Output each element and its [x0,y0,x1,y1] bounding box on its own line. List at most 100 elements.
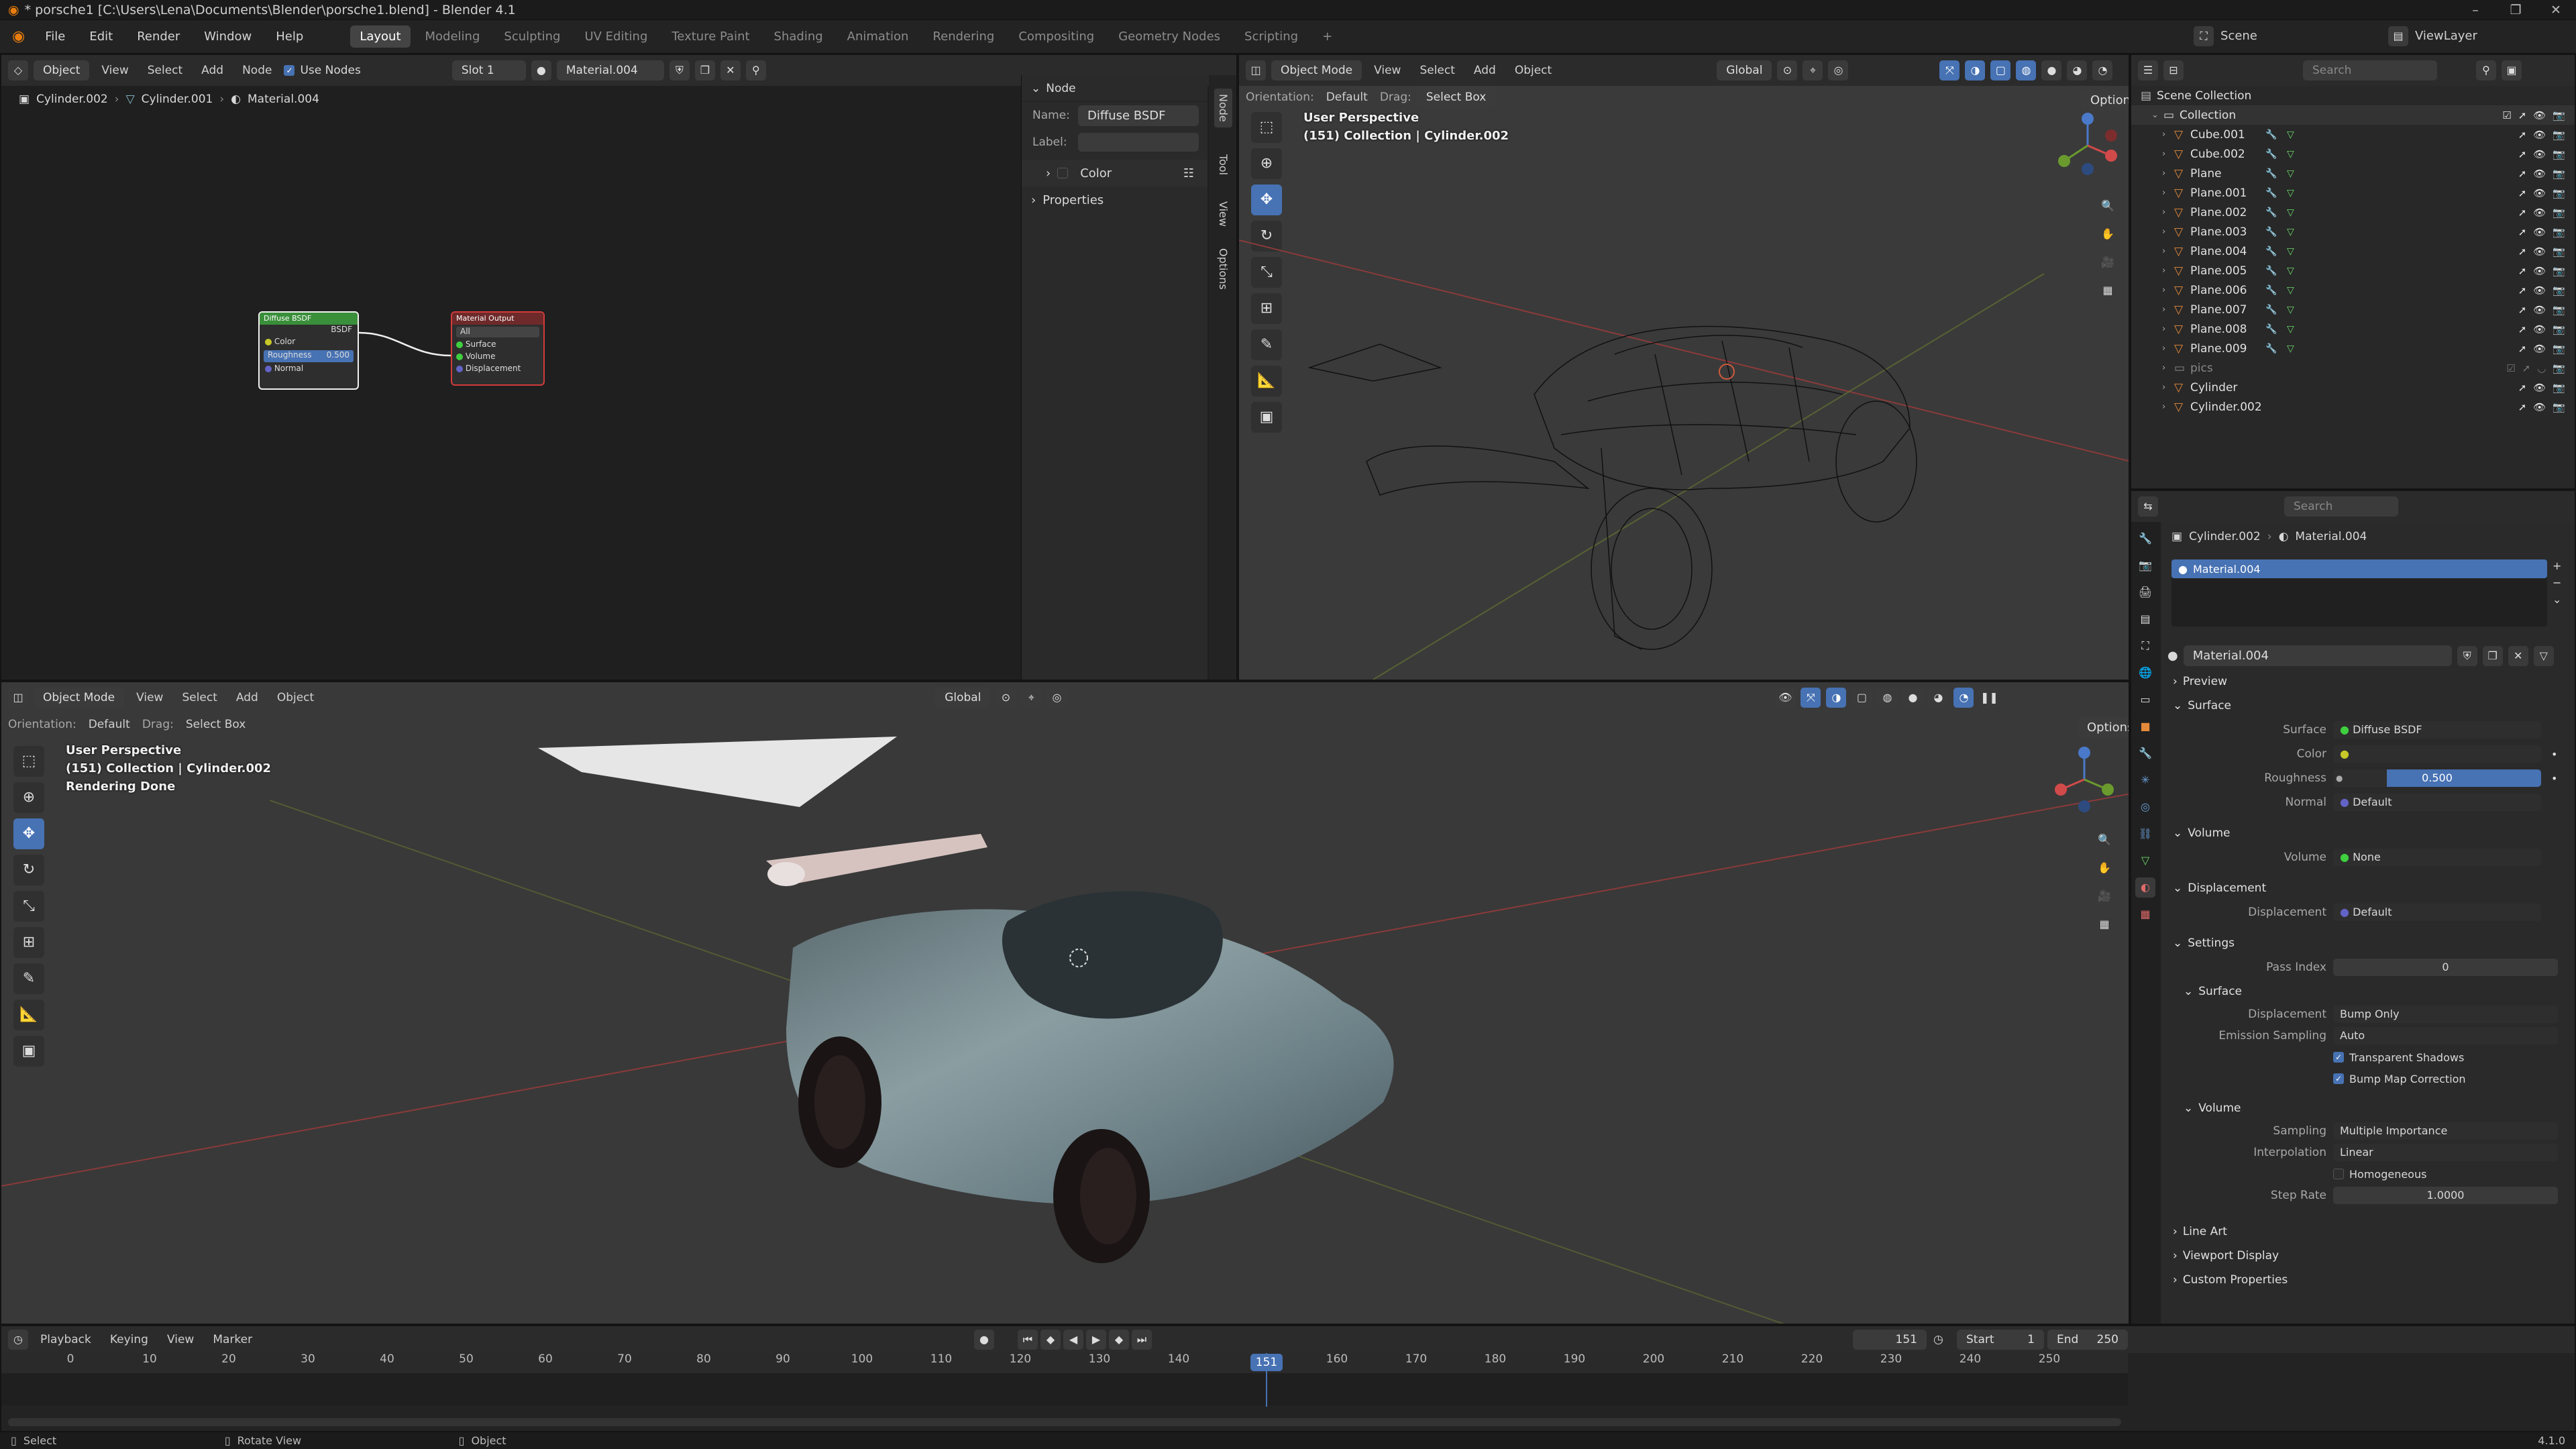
filter-icon[interactable]: ⚲ [2476,60,2496,80]
gizmo-toggle-icon[interactable]: ⤧ [1939,60,1960,80]
proportional-edit-icon[interactable]: ◎ [1828,60,1849,80]
material-tab-icon[interactable]: ◐ [2135,877,2155,898]
section-custom-properties[interactable]: › Custom Properties [2162,1268,2575,1292]
view-layer-tab-icon[interactable]: ▤ [2135,609,2155,629]
vp-menu-select[interactable]: Select [1413,60,1461,80]
viewport-wireframe[interactable]: ◫ Object Mode View Select Add Object Glo… [1238,54,2130,681]
fake-user-shield-icon[interactable]: ⛨ [669,60,690,80]
outliner-row-collection[interactable]: ⌄ ▭ Collection ☑ ➚ 👁 📷 [2131,105,2575,125]
tool-tab-icon[interactable]: 🔧 [2135,529,2155,549]
scene-tab-icon[interactable]: ⛶ [2135,636,2155,656]
row-visibility-icons[interactable]: ➚ 👁 📷 [2518,382,2565,394]
overlay-toggle-icon[interactable]: ◑ [1965,60,1986,80]
vp-menu-view[interactable]: View [1367,60,1407,80]
outliner-row-object[interactable]: › ▽ Plane.009 🔧 ▽ ➚ 👁 📷 [2131,339,2575,358]
modifier-tab-icon[interactable]: 🔧 [2135,743,2155,763]
target-dropdown[interactable]: All [456,327,539,337]
record-icon[interactable]: ● [974,1330,994,1350]
slot-menu-chevron-icon[interactable]: ⌄ [2553,593,2561,606]
outliner-row-object[interactable]: › ▽ Plane 🔧 ▽ ➚ 👁 📷 [2131,164,2575,183]
xray-toggle-icon[interactable]: ▢ [1990,60,2011,80]
pin-icon[interactable]: ⚲ [745,60,766,80]
tab-node[interactable]: Node [1214,89,1232,127]
node-menu-add[interactable]: Add [195,60,230,80]
color-field[interactable]: ● [2333,745,2541,763]
row-visibility-icons[interactable]: ➚ 👁 📷 [2518,284,2565,297]
camera-view-icon[interactable]: 🎥 [2094,886,2114,906]
visibility-icon[interactable]: 👁 [1775,688,1796,708]
section-settings-volume[interactable]: ⌄ Volume [2162,1096,2575,1120]
emission-sampling-dropdown[interactable]: Auto [2333,1027,2558,1044]
material-shading-icon[interactable]: ◕ [2067,60,2088,80]
gizmo-toggle-icon[interactable]: ⤧ [1801,688,1821,708]
remove-slot-icon[interactable]: − [2553,576,2561,589]
row-visibility-icons[interactable]: ➚ 👁 📷 [2518,187,2565,199]
xray-toggle-icon[interactable]: ▢ [1851,688,1872,708]
close-icon[interactable]: ✕ [2536,0,2576,20]
pivot-icon[interactable]: ⊙ [1777,60,1798,80]
editor-type-icon[interactable]: ⇆ [2138,496,2158,517]
timeline-menu-marker[interactable]: Marker [206,1330,259,1350]
outliner-row-pics[interactable]: › ▭ pics ☑ ➚ ◡ 📷 [2131,358,2575,378]
timeline-menu-view[interactable]: View [160,1330,201,1350]
row-visibility-icons[interactable]: ➚ 👁 📷 [2518,168,2565,180]
row-visibility-icons[interactable]: ➚ 👁 📷 [2518,343,2565,355]
properties-editor[interactable]: ⇆ Search 🔧 📷 🖨 ▤ ⛶ 🌐 ▭ ■ 🔧 ✳ ◎ ⛓ ▽ ◐ ▦ ▣… [2130,490,2576,1325]
sampling-dropdown[interactable]: Multiple Importance [2333,1122,2558,1140]
outliner-row-object[interactable]: › ▽ Plane.007 🔧 ▽ ➚ 👁 📷 [2131,300,2575,319]
jump-keyframe-back-icon[interactable]: ◆ [1040,1330,1061,1350]
workspace-tab-shading[interactable]: Shading [765,25,833,48]
timeline-track-area[interactable] [1,1373,2128,1405]
vp-menu-object[interactable]: Object [270,688,321,708]
zoom-icon[interactable]: 🔍 [2094,830,2114,850]
vp-menu-add[interactable]: Add [229,688,265,708]
outliner-row-object[interactable]: › ▽ Plane.002 🔧 ▽ ➚ 👁 📷 [2131,203,2575,222]
displacement-field[interactable]: ● Default [2333,904,2541,921]
tab-options[interactable]: Options [1214,243,1232,295]
outliner-row-cylinder-002[interactable]: › ▽ Cylinder.002 ➚ 👁 📷 [2131,397,2575,417]
pass-index-field[interactable]: 0 [2333,959,2558,976]
node-menu-select[interactable]: Select [141,60,189,80]
node-color-subpanel[interactable]: › Color ☷ [1022,160,1208,186]
play-icon[interactable]: ▶ [1086,1330,1106,1350]
vp-menu-object[interactable]: Object [1508,60,1558,80]
volume-input[interactable]: Volume [452,352,543,364]
navigation-gizmo[interactable] [2051,109,2125,182]
camera-view-icon[interactable]: 🎥 [2098,252,2118,272]
material-slot-item[interactable]: ● Material.004 [2171,559,2547,578]
physics-tab-icon[interactable]: ◎ [2135,797,2155,817]
diffuse-bsdf-node[interactable]: Diffuse BSDF BSDF Color Roughness 0.500 N… [258,311,359,390]
material-shading-icon[interactable]: ◕ [1928,688,1949,708]
workspace-tab-sculpting[interactable]: Sculpting [494,25,570,48]
duplicate-material-icon[interactable]: ❐ [694,60,715,80]
list-icon[interactable]: ☷ [1183,166,1194,180]
section-preview[interactable]: › Preview [2162,669,2575,694]
outliner-search-input[interactable]: Search [2303,60,2437,80]
row-visibility-icons[interactable]: ➚ 👁 📷 [2518,129,2565,141]
outliner-row-object[interactable]: › ▽ Cube.002 🔧 ▽ ➚ 👁 📷 [2131,144,2575,164]
workspace-tab-compositing[interactable]: Compositing [1009,25,1104,48]
menu-edit[interactable]: Edit [80,25,122,48]
workspace-tab-modeling[interactable]: Modeling [416,25,490,48]
navigation-gizmo[interactable] [2047,743,2121,816]
display-mode-icon[interactable]: ⊟ [2163,60,2184,80]
keyframe-dot-icon[interactable]: • [2551,748,2557,761]
displacement-method-dropdown[interactable]: Bump Only [2333,1006,2558,1023]
end-frame-field[interactable]: End 250 [2047,1330,2128,1350]
mode-dropdown[interactable]: Object Mode [34,688,125,708]
transform-orientation-dropdown[interactable]: Global [935,688,991,708]
color-input[interactable]: Color [260,337,358,349]
row-visibility-icons[interactable]: ➚ 👁 📷 [2518,226,2565,238]
slot-dropdown[interactable]: Slot 1 [451,60,526,80]
material-output-node[interactable]: Material Output All Surface Volume Displ… [451,311,545,386]
workspace-tab-rendering[interactable]: Rendering [923,25,1004,48]
browse-material-icon[interactable]: ▽ [2533,645,2554,666]
pan-hand-icon[interactable]: ✋ [2098,224,2118,244]
transparent-shadows-row[interactable]: ✓ Transparent Shadows [2162,1046,2575,1068]
blender-menu-icon[interactable]: ◉ [7,28,30,45]
unlink-material-icon[interactable]: ✕ [2508,645,2528,666]
material-slot-list[interactable]: ● Material.004 [2171,559,2547,627]
material-name-field[interactable]: Material.004 [2183,645,2452,666]
menu-help[interactable]: Help [266,25,313,48]
row-visibility-icons[interactable]: ➚ 👁 📷 [2518,401,2565,413]
